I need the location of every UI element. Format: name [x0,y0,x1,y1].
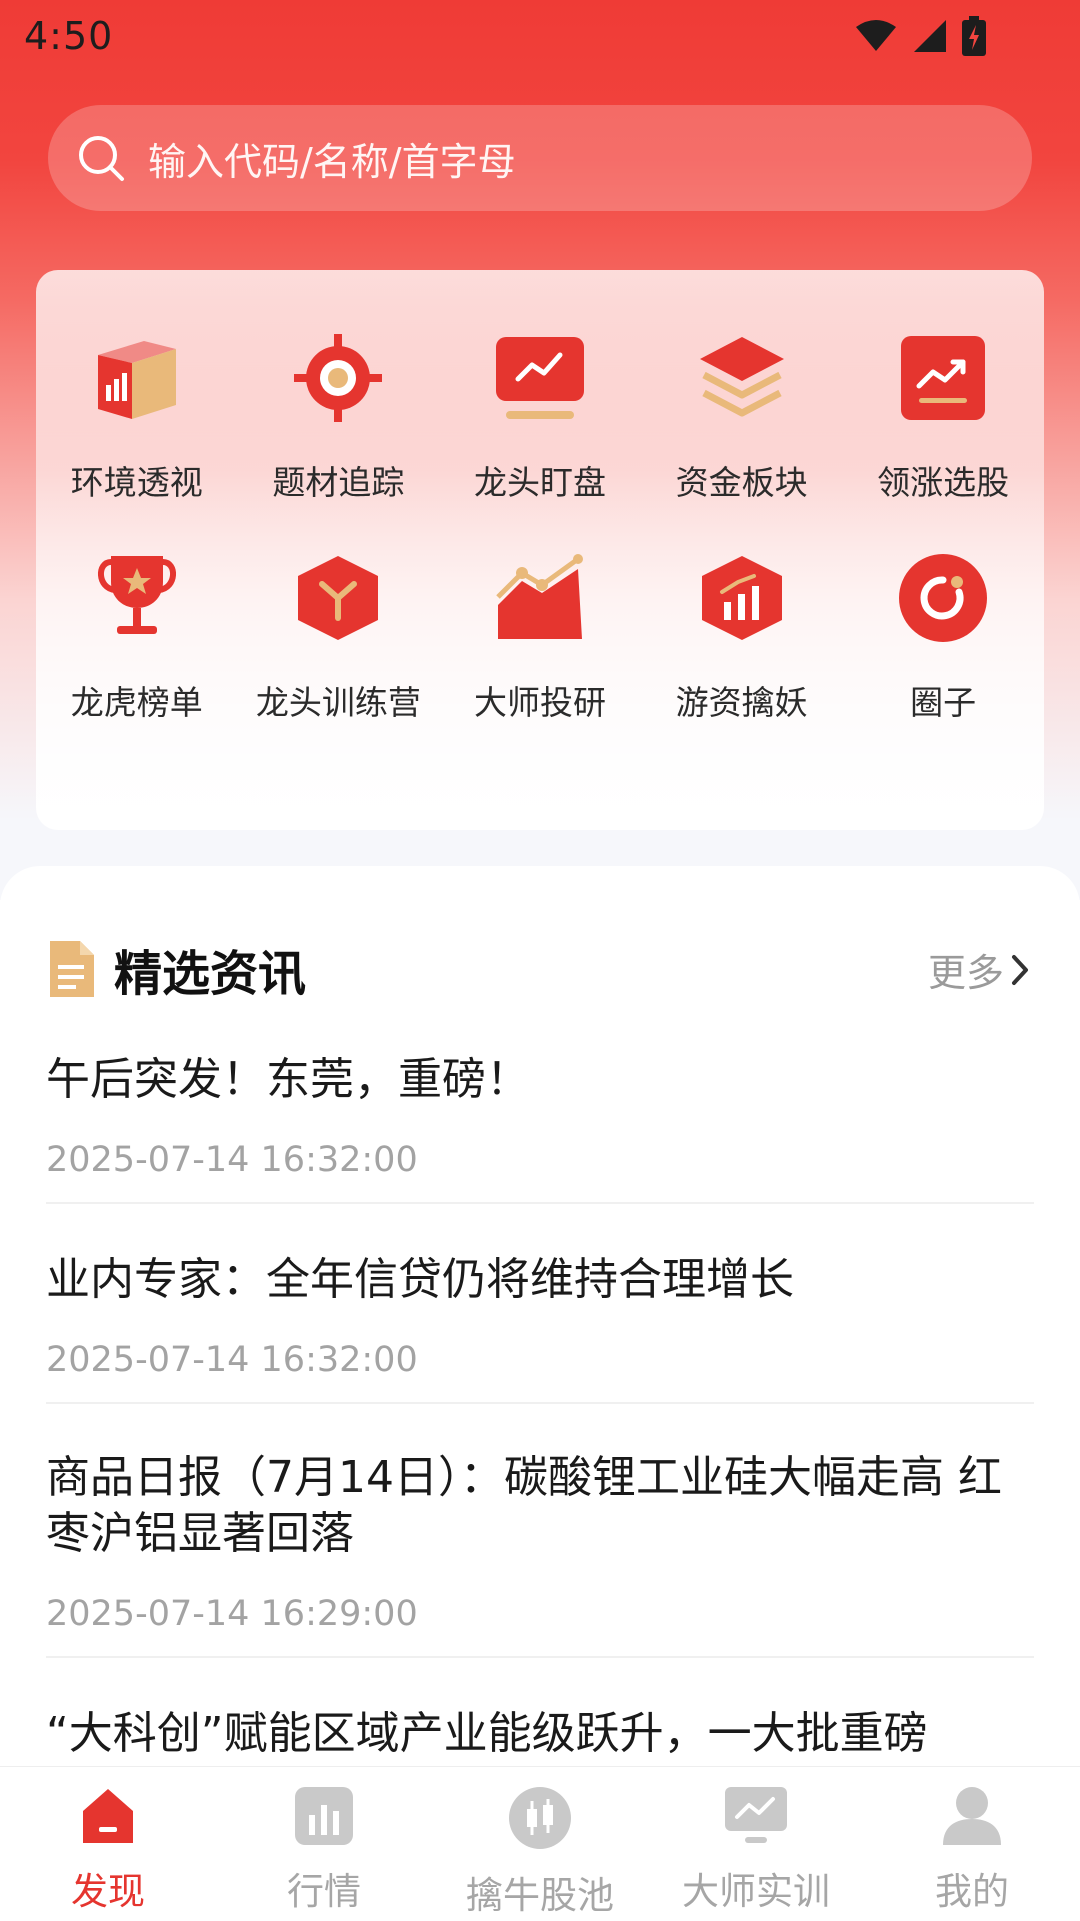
news-item-date: 2025-07-14 16:29:00 [46,1594,418,1634]
tab-label: 我的 [935,1870,1009,1913]
feature-游资擒妖[interactable]: 游资擒妖 [641,550,843,724]
tab-label: 擒牛股池 [466,1874,614,1917]
feature-龙虎榜单[interactable]: 龙虎榜单 [36,550,238,724]
search-bar[interactable]: 输入代码/名称/首字母 [48,105,1032,211]
feature-龙头盯盘[interactable]: 龙头盯盘 [439,330,641,504]
battery-icon [962,16,986,56]
tab-mine[interactable]: 我的 [864,1767,1080,1921]
feature-label: 龙头盯盘 [473,463,606,502]
trend-up-icon [901,336,986,420]
news-header: 精选资讯 更多 [46,934,1034,1004]
feature-label: 龙头训练营 [255,683,421,722]
feature-grid: 环境透视 题材追踪 龙头盯盘 资金板块 领涨选股 龙虎榜单 龙头训练营 大师投研… [36,330,1044,724]
news-item[interactable]: 商品日报（7月14日）：碳酸锂工业硅大幅走高 红枣沪铝显著回落 2025-07-… [46,1450,1034,1658]
feature-资金板块[interactable]: 资金板块 [641,330,843,504]
feature-题材追踪[interactable]: 题材追踪 [238,330,440,504]
news-item[interactable]: “大科创”赋能区域产业能级跃升，一大批重磅 [46,1706,1034,1766]
feature-大师投研[interactable]: 大师投研 [439,550,641,724]
tab-market[interactable]: 行情 [216,1767,432,1921]
feature-环境透视[interactable]: 环境透视 [36,330,238,504]
trophy-icon [97,556,176,634]
feature-label: 大师投研 [473,683,606,722]
news-item[interactable]: 业内专家：全年信贷仍将维持合理增长 2025-07-14 16:32:00 [46,1252,1034,1404]
user-icon [943,1787,1001,1845]
candlestick-icon [509,1787,571,1849]
system-icons [854,16,986,56]
news-section: 精选资讯 更多 午后突发！东莞，重磅！ 2025-07-14 16:32:00 … [0,866,1080,1766]
news-title: 精选资讯 [114,946,307,1002]
tab-master-training[interactable]: 大师实训 [648,1767,864,1921]
tab-stock-pool[interactable]: 擒牛股池 [432,1767,648,1921]
news-item[interactable]: 午后突发！东莞，重磅！ 2025-07-14 16:32:00 [46,1052,1034,1204]
bottom-tab-bar: 发现 行情 擒牛股池 大师实训 我的 [0,1766,1080,1921]
area-chart-icon [496,554,583,639]
search-placeholder: 输入代码/名称/首字母 [148,139,516,184]
status-bar: 4:50 [0,0,1080,72]
feature-label: 环境透视 [70,463,203,502]
bar-chart-icon [295,1787,353,1845]
chevron-right-icon [1012,954,1028,985]
wifi-icon [856,20,896,51]
status-time: 4:50 [24,14,114,58]
signal-icon [914,20,946,52]
hexagon-branch-icon [298,556,379,640]
feature-龙头训练营[interactable]: 龙头训练营 [238,550,440,724]
feature-圈子[interactable]: 圈子 [842,550,1044,724]
layers-icon [699,337,784,417]
target-icon [294,334,383,422]
news-item-title: 业内专家：全年信贷仍将维持合理增长 [46,1254,794,1305]
tab-label: 大师实训 [682,1870,830,1913]
feature-label: 资金板块 [675,463,808,502]
news-item-title: 商品日报（7月14日）：碳酸锂工业硅大幅走高 红枣沪铝显著回落 [46,1452,1002,1559]
document-icon [50,941,94,997]
tab-label: 行情 [287,1870,361,1913]
feature-label: 龙虎榜单 [70,683,203,722]
news-item-title: 午后突发！东莞，重磅！ [46,1054,530,1105]
more-label: 更多 [927,951,1004,995]
search-icon [79,136,124,181]
feature-label: 圈子 [910,683,977,722]
feature-label: 领涨选股 [877,463,1010,502]
feature-label: 题材追踪 [272,463,405,502]
monitor-chart-icon [495,337,584,419]
feature-grid-card: 环境透视 题材追踪 龙头盯盘 资金板块 领涨选股 龙虎榜单 龙头训练营 大师投研… [36,270,1044,830]
more-link[interactable]: 更多 [928,942,1034,997]
hexagon-bar-icon [701,556,782,640]
tab-discover[interactable]: 发现 [0,1767,216,1921]
monitor-trend-icon [725,1787,787,1843]
news-item-date: 2025-07-14 16:32:00 [46,1140,418,1180]
feature-label: 游资擒妖 [675,683,808,722]
news-item-date: 2025-07-14 16:32:00 [46,1340,418,1380]
circle-refresh-icon [899,554,988,642]
feature-领涨选股[interactable]: 领涨选股 [842,330,1044,504]
news-item-title: “大科创”赋能区域产业能级跃升，一大批重磅 [46,1708,928,1759]
tab-label: 发现 [71,1870,145,1913]
home-icon [83,1789,133,1843]
cube-chart-icon [97,341,176,419]
